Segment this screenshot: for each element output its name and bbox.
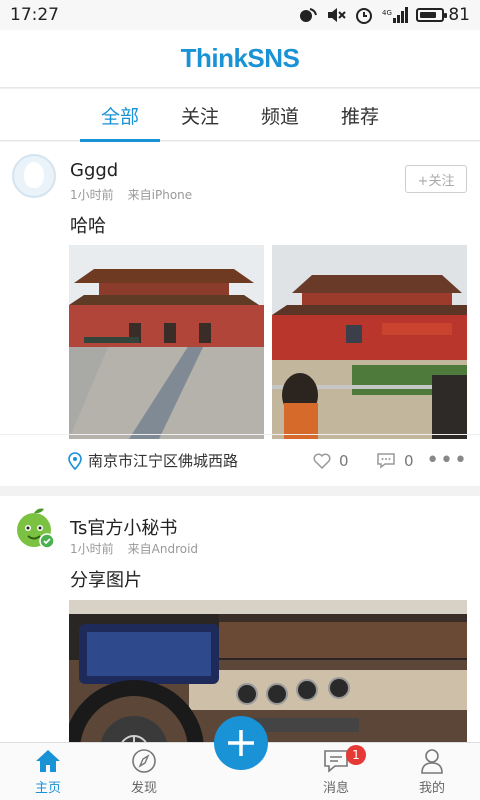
nav-home-label: 主页: [34, 781, 61, 796]
nav-me-label: 我的: [418, 781, 445, 796]
tab-all[interactable]: 全部: [80, 89, 160, 142]
user-icon: [421, 749, 443, 774]
post-time: 1小时前: [70, 542, 114, 556]
location-text: 南京市江宁区佛城西路: [88, 452, 239, 470]
home-icon: [36, 750, 60, 772]
post-time: 1小时前: [70, 188, 114, 202]
plus-icon: [228, 730, 254, 756]
post-username[interactable]: Gggd: [70, 160, 118, 181]
nav-me[interactable]: 我的: [384, 743, 480, 800]
mute-icon: [328, 8, 347, 22]
tab-recommended[interactable]: 推荐: [320, 89, 400, 141]
signal-icon: 4G: [382, 7, 409, 23]
post-meta: 1小时前 来自Android: [70, 540, 198, 557]
post-text: 哈哈: [70, 216, 106, 237]
comment-count: 0: [404, 451, 414, 470]
post-username[interactable]: Ts官方小秘书: [70, 514, 177, 540]
battery-indicator: 81: [416, 5, 470, 25]
battery-icon: [416, 8, 448, 22]
post-photo[interactable]: [272, 245, 467, 439]
feed-tabs: 全部 关注 频道 推荐: [0, 89, 480, 142]
nav-messages[interactable]: 消息 1: [288, 743, 384, 800]
status-bar: 17:27 4G 81: [0, 0, 480, 30]
tab-following[interactable]: 关注: [160, 89, 240, 141]
battery-percent: 81: [448, 5, 470, 25]
app-header: ThinkSNS: [0, 30, 480, 88]
post-footer: 南京市江宁区佛城西路 0 0 •••: [0, 434, 480, 486]
nav-discover[interactable]: 发现: [96, 743, 192, 800]
tab-channels[interactable]: 频道: [240, 89, 320, 141]
location-pin-icon: [68, 451, 82, 470]
avatar[interactable]: [12, 506, 56, 550]
post-source: 来自Android: [127, 542, 199, 556]
like-count: 0: [339, 451, 349, 470]
status-time: 17:27: [10, 5, 59, 25]
comment-button[interactable]: 0: [376, 452, 414, 470]
compass-icon: [132, 749, 156, 773]
battery-fill: [420, 12, 437, 18]
svg-text:4G: 4G: [382, 9, 392, 17]
post-card: Gggd 1小时前 来自iPhone +关注 哈哈 南京市江宁区佛城西路 0 0…: [0, 142, 480, 486]
post-text: 分享图片: [70, 570, 142, 591]
feed-list[interactable]: Gggd 1小时前 来自iPhone +关注 哈哈 南京市江宁区佛城西路 0 0…: [0, 142, 480, 742]
post-photo[interactable]: [69, 245, 264, 439]
more-options-icon[interactable]: •••: [426, 448, 468, 473]
status-icons: 4G 81: [298, 5, 470, 25]
comment-icon: [377, 453, 395, 469]
app-logo: ThinkSNS: [180, 43, 300, 73]
apple-mascot-icon: [17, 508, 55, 549]
post-meta: 1小时前 来自iPhone: [70, 186, 192, 203]
alarm-icon: [356, 8, 373, 24]
post-source: 来自iPhone: [127, 188, 193, 202]
follow-button[interactable]: +关注: [405, 165, 467, 193]
nav-home[interactable]: 主页: [0, 743, 96, 800]
like-button[interactable]: 0: [313, 452, 349, 470]
nav-messages-label: 消息: [322, 781, 349, 796]
heart-icon: [313, 453, 331, 469]
post-card: Ts官方小秘书 1小时前 来自Android 分享图片: [0, 496, 480, 742]
compose-button[interactable]: [214, 716, 268, 770]
avatar[interactable]: [12, 154, 56, 198]
post-location[interactable]: 南京市江宁区佛城西路: [68, 450, 238, 471]
nfc-icon: [300, 8, 318, 22]
message-badge: 1: [346, 745, 366, 765]
post-photo[interactable]: [69, 600, 467, 742]
nav-discover-label: 发现: [130, 781, 157, 796]
